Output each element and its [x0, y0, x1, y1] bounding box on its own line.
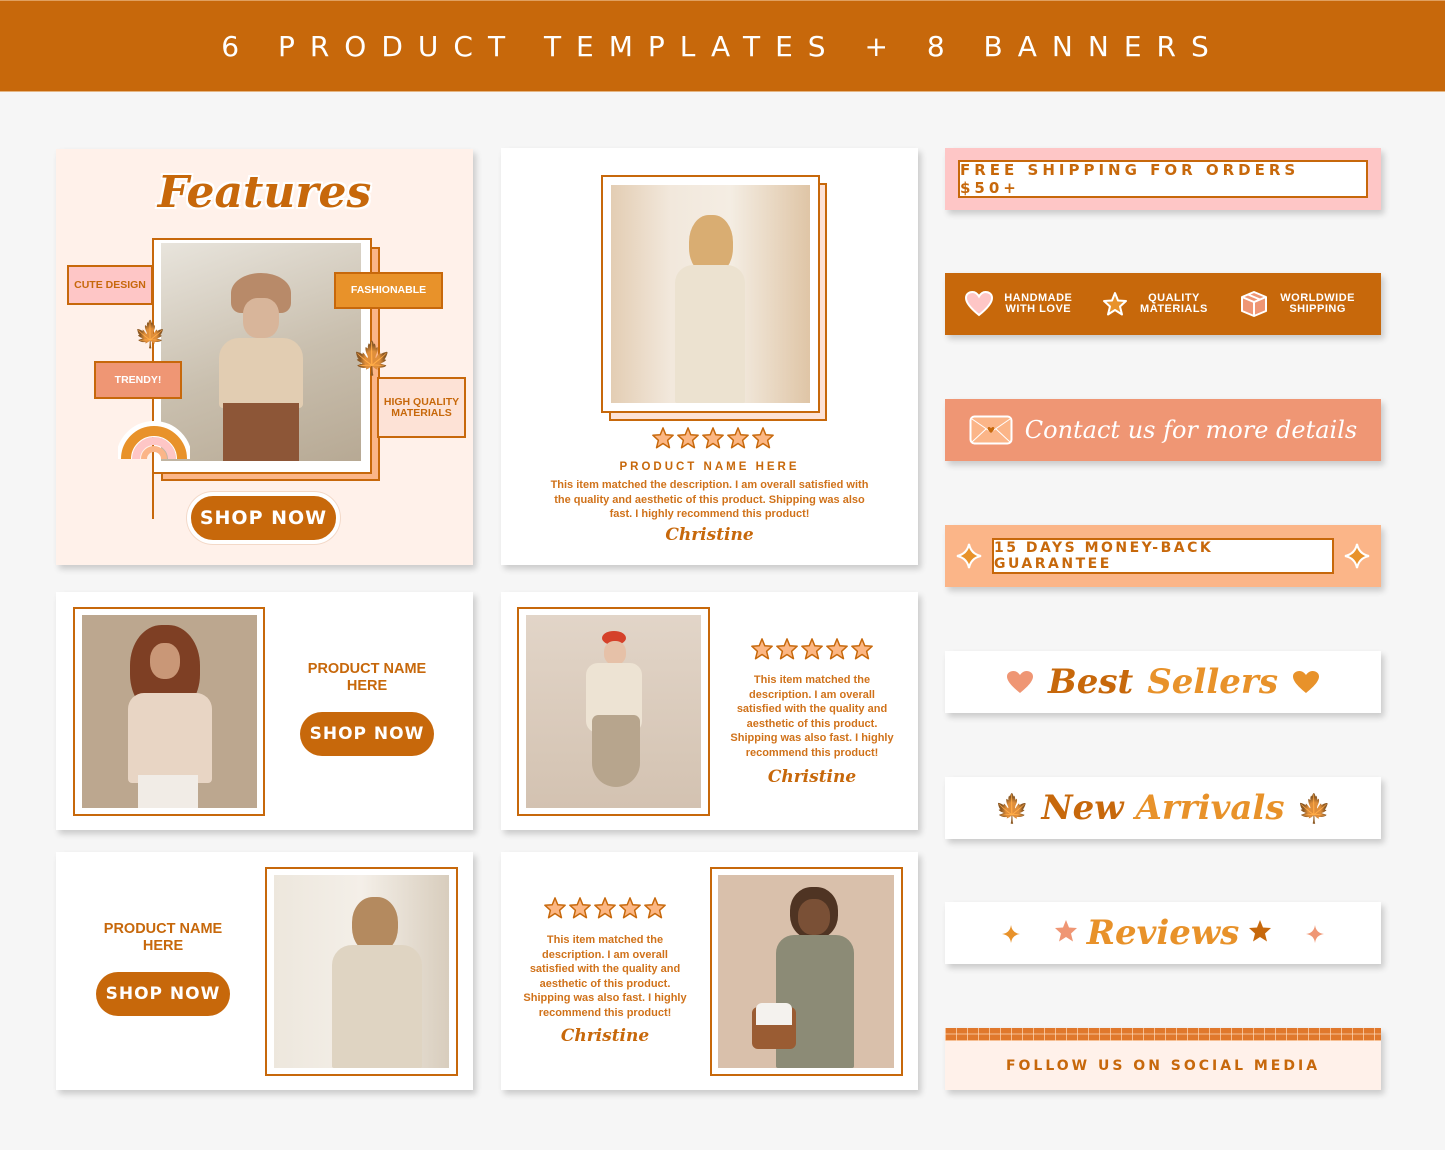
product-name: PRODUCT NAME HERE	[103, 921, 223, 954]
banner-best-sellers[interactable]: Best Sellers	[945, 651, 1381, 713]
label-fashionable: FASHIONABLE	[334, 272, 443, 309]
star-icon	[677, 427, 699, 449]
guarantee-box: 15 DAYS MONEY-BACK GUARANTEE	[992, 538, 1334, 574]
shop-now-button[interactable]: SHOP NOW	[187, 492, 340, 544]
label-high-quality: HIGH QUALITY MATERIALS	[377, 377, 466, 438]
sparkle-icon	[1306, 925, 1324, 943]
arrivals-word: Arrivals	[1135, 788, 1285, 828]
banner-features: HANDMADE WITH LOVE QUALITY MATERIALS WOR…	[945, 273, 1381, 335]
features-template: Features CUTE DESIGN FASHIONABLE TRENDY!…	[56, 149, 473, 565]
contact-text: Contact us for more details	[1024, 416, 1358, 444]
shop-now-button[interactable]: SHOP NOW	[300, 712, 434, 756]
features-title: Features	[157, 167, 372, 218]
review-square-template: PRODUCT NAME HERE This item matched the …	[501, 148, 918, 565]
star-icon	[752, 427, 774, 449]
heart-icon	[965, 291, 994, 317]
rainbow-icon	[118, 421, 190, 460]
star-icon	[619, 897, 641, 919]
feature-label: WORLDWIDE SHIPPING	[1280, 292, 1356, 315]
banner-contact[interactable]: Contact us for more details	[945, 399, 1381, 461]
rating-stars	[750, 637, 874, 661]
maple-leaf-icon: 🍁	[352, 340, 392, 376]
review-text: This item matched the description. I am …	[523, 934, 687, 1019]
product-photo	[611, 185, 810, 403]
feature-quality: QUALITY MATERIALS	[1102, 291, 1214, 317]
rating-stars	[543, 896, 667, 920]
review-text: This item matched the description. I am …	[730, 674, 894, 759]
review-left-template: This item matched the description. I am …	[501, 852, 918, 1090]
product-photo	[274, 875, 449, 1068]
star-icon	[1102, 292, 1127, 316]
sparkle-icon	[956, 543, 982, 569]
star-icon	[702, 427, 724, 449]
banner-free-shipping: FREE SHIPPING FOR ORDERS $50+	[945, 148, 1381, 210]
banner-guarantee: 15 DAYS MONEY-BACK GUARANTEE	[945, 525, 1381, 587]
feature-handmade: HANDMADE WITH LOVE	[965, 291, 1077, 317]
label-trendy: TRENDY!	[94, 361, 182, 399]
maple-leaf-icon: 🍁	[1296, 792, 1332, 824]
heart-icon	[1292, 671, 1319, 693]
banner-new-arrivals[interactable]: 🍁 New Arrivals 🍁	[945, 777, 1381, 839]
star-icon	[1249, 920, 1271, 942]
sparkle-icon	[1002, 925, 1020, 943]
label-cute-design: CUTE DESIGN	[67, 265, 153, 305]
maple-leaf-icon: 🍁	[994, 792, 1030, 824]
banner-reviews[interactable]: Reviews	[945, 902, 1381, 964]
reviewer-name: Christine	[560, 1026, 650, 1046]
product-right-template: PRODUCT NAME HERE SHOP NOW	[56, 852, 473, 1090]
guarantee-text: 15 DAYS MONEY-BACK GUARANTEE	[994, 540, 1214, 572]
star-icon	[801, 638, 823, 660]
product-left-template: PRODUCT NAME HERE SHOP NOW	[56, 592, 473, 830]
box-icon	[1240, 291, 1267, 317]
review-right-template: This item matched the description. I am …	[501, 592, 918, 830]
product-name: PRODUCT NAME HERE	[619, 461, 800, 473]
best-word: Best	[1048, 662, 1134, 702]
social-text: FOLLOW US ON SOCIAL MEDIA	[1005, 1057, 1321, 1074]
banner-social-media[interactable]: FOLLOW US ON SOCIAL MEDIA	[945, 1028, 1381, 1090]
free-shipping-text: FREE SHIPPING FOR ORDERS $50+	[960, 161, 1300, 197]
sellers-word: Sellers	[1147, 662, 1278, 702]
envelope-icon	[969, 415, 1013, 445]
product-photo	[161, 243, 361, 461]
checkered-strip	[945, 1028, 1381, 1041]
free-shipping-box: FREE SHIPPING FOR ORDERS $50+	[958, 160, 1368, 198]
star-icon	[1055, 920, 1077, 942]
sparkle-icon	[1344, 543, 1370, 569]
product-photo	[82, 615, 257, 808]
star-icon	[826, 638, 848, 660]
feature-shipping: WORLDWIDE SHIPPING	[1239, 289, 1361, 319]
star-icon	[727, 427, 749, 449]
heart-icon	[1007, 671, 1034, 693]
star-icon	[776, 638, 798, 660]
product-name: PRODUCT NAME HERE	[307, 661, 427, 694]
shop-now-button[interactable]: SHOP NOW	[96, 972, 230, 1016]
page-title: 6 PRODUCT TEMPLATES + 8 BANNERS	[221, 29, 1224, 63]
star-icon	[851, 638, 873, 660]
reviewer-name: Christine	[767, 767, 857, 787]
rating-stars	[651, 426, 775, 450]
product-photo	[718, 875, 894, 1068]
header-bar: 6 PRODUCT TEMPLATES + 8 BANNERS	[0, 0, 1445, 92]
feature-label: HANDMADE WITH LOVE	[1004, 292, 1073, 315]
new-word: New	[1041, 788, 1124, 828]
star-icon	[644, 897, 666, 919]
star-icon	[544, 897, 566, 919]
star-icon	[569, 897, 591, 919]
reviews-word: Reviews	[1086, 913, 1240, 953]
review-text: This item matched the description. I am …	[550, 479, 869, 520]
star-icon	[751, 638, 773, 660]
feature-label: QUALITY MATERIALS	[1140, 292, 1208, 315]
reviewer-name: Christine	[665, 525, 754, 545]
star-icon	[594, 897, 616, 919]
maple-leaf-icon: 🍁	[134, 319, 167, 349]
star-icon	[652, 427, 674, 449]
product-photo	[526, 615, 701, 808]
